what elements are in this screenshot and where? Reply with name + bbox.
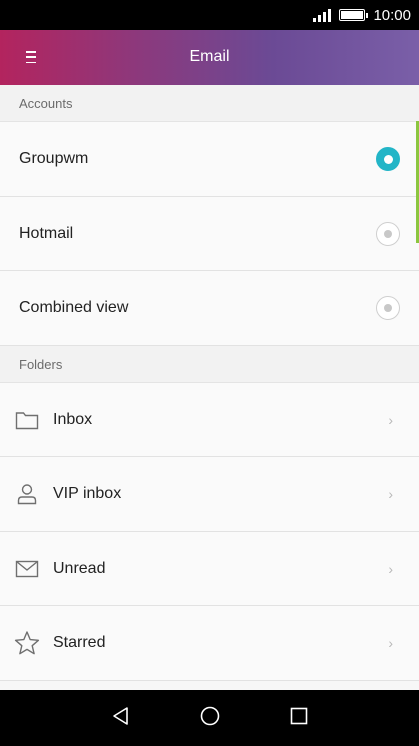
home-icon[interactable] bbox=[199, 705, 221, 732]
app-bar: Email bbox=[0, 30, 419, 85]
app-title: Email bbox=[189, 48, 230, 65]
folder-label: VIP inbox bbox=[53, 485, 122, 502]
recents-icon[interactable] bbox=[289, 706, 309, 731]
folder-row-inbox[interactable]: Inbox › bbox=[0, 383, 419, 457]
navigation-bar bbox=[0, 690, 419, 746]
folder-label: Inbox bbox=[53, 410, 93, 428]
folder-icon bbox=[14, 407, 40, 433]
chevron-right-icon: › bbox=[388, 560, 393, 577]
radio-selected-icon[interactable] bbox=[376, 147, 400, 171]
person-icon bbox=[14, 481, 40, 507]
status-bar: 10:00 bbox=[0, 0, 419, 30]
chevron-right-icon: › bbox=[388, 486, 393, 502]
accounts-header: Accounts bbox=[0, 85, 419, 122]
status-time: 10:00 bbox=[373, 6, 411, 24]
account-label: Groupwm bbox=[19, 150, 89, 167]
account-row-groupwm[interactable]: Groupwm bbox=[0, 122, 419, 197]
folder-row-unread[interactable]: Unread › bbox=[0, 532, 419, 606]
account-label: Hotmail bbox=[19, 224, 74, 242]
folder-row-starred[interactable]: Starred › bbox=[0, 606, 419, 681]
battery-icon bbox=[339, 9, 369, 21]
folder-row-vip-inbox[interactable]: VIP inbox › bbox=[0, 457, 419, 532]
chevron-right-icon: › bbox=[388, 635, 393, 651]
back-icon[interactable] bbox=[111, 706, 131, 731]
envelope-icon bbox=[14, 556, 40, 582]
folder-label: Starred bbox=[53, 634, 106, 651]
account-row-hotmail[interactable]: Hotmail bbox=[0, 197, 419, 271]
star-icon bbox=[14, 630, 40, 656]
chevron-right-icon: › bbox=[388, 411, 393, 428]
folders-header: Folders bbox=[0, 346, 419, 383]
radio-unselected-icon[interactable] bbox=[376, 296, 400, 320]
signal-icon bbox=[313, 8, 332, 22]
radio-unselected-icon[interactable] bbox=[376, 221, 400, 246]
account-label: Combined view bbox=[19, 299, 129, 316]
account-row-combined-view[interactable]: Combined view bbox=[0, 271, 419, 346]
folder-label: Unread bbox=[53, 559, 106, 577]
